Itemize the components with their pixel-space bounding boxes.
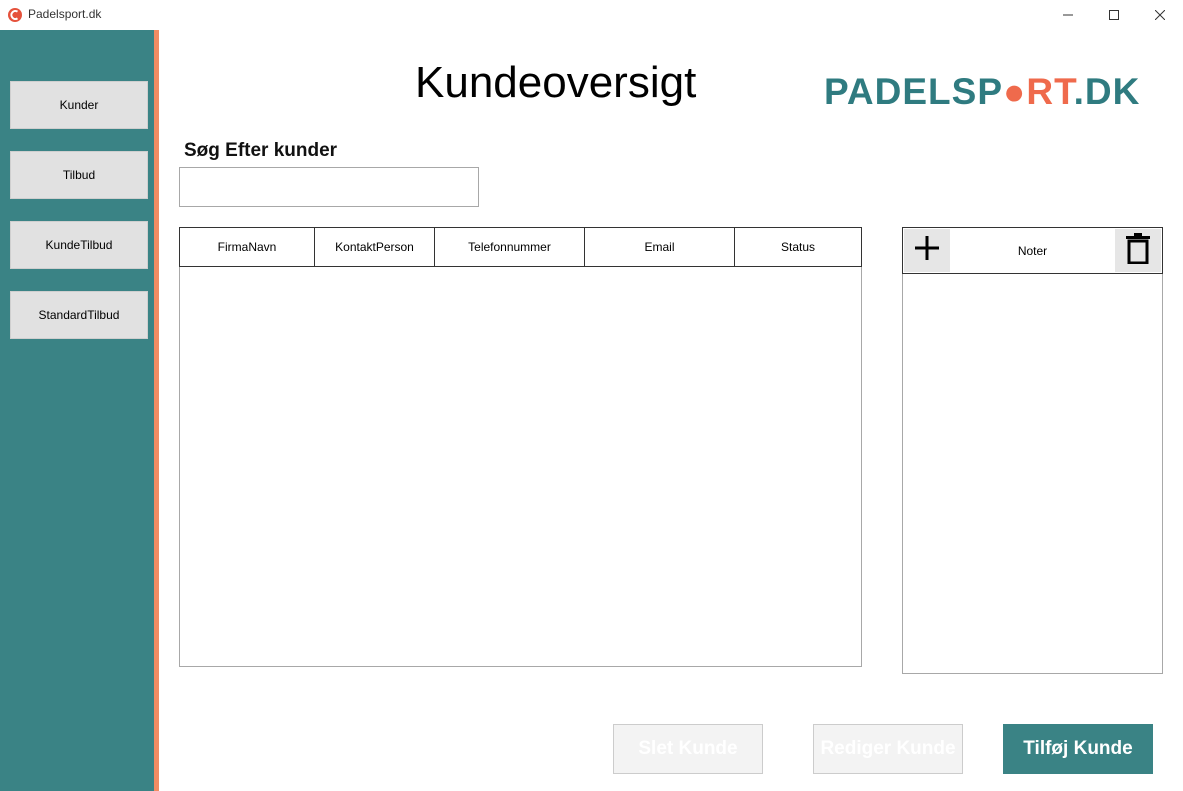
delete-customer-button[interactable]: Slet Kunde bbox=[613, 724, 763, 774]
app-logo-icon bbox=[8, 8, 22, 22]
minimize-button[interactable] bbox=[1045, 0, 1091, 30]
maximize-icon bbox=[1109, 10, 1119, 20]
minimize-icon bbox=[1063, 10, 1073, 20]
plus-icon bbox=[913, 234, 941, 267]
notes-title: Noter bbox=[1017, 243, 1048, 258]
window-title: Padelsport.dk bbox=[28, 7, 102, 21]
trash-icon bbox=[1125, 232, 1151, 269]
notes-header: Noter bbox=[902, 227, 1163, 274]
notes-list[interactable] bbox=[902, 227, 1163, 674]
customers-table-body[interactable] bbox=[179, 267, 862, 667]
sidebar: Kunder Tilbud KundeTilbud StandardTilbud bbox=[0, 30, 154, 791]
page-title: Kundeoversigt bbox=[415, 58, 697, 107]
svg-text:PADELSP●RT.DK: PADELSP●RT.DK bbox=[824, 71, 1140, 110]
sidebar-item-kunder[interactable]: Kunder bbox=[10, 81, 148, 129]
logo-text-rt: RT bbox=[1026, 71, 1077, 110]
customers-table-header: FirmaNavn KontaktPerson Telefonnummer Em… bbox=[179, 227, 862, 267]
column-header-telefonnummer[interactable]: Telefonnummer bbox=[435, 228, 585, 266]
company-logo: PADELSP●RT.DK bbox=[824, 70, 1146, 115]
add-note-button[interactable] bbox=[904, 229, 950, 272]
maximize-button[interactable] bbox=[1091, 0, 1137, 30]
sidebar-item-tilbud[interactable]: Tilbud bbox=[10, 151, 148, 199]
close-button[interactable] bbox=[1137, 0, 1183, 30]
add-customer-button[interactable]: Tilføj Kunde bbox=[1003, 724, 1153, 774]
title-bar: Padelsport.dk bbox=[0, 0, 1183, 30]
search-label: Søg Efter kunder bbox=[184, 140, 338, 161]
edit-customer-button[interactable]: Rediger Kunde bbox=[813, 724, 963, 774]
column-header-kontaktperson[interactable]: KontaktPerson bbox=[315, 228, 435, 266]
close-icon bbox=[1155, 10, 1165, 20]
sidebar-item-kundetilbud[interactable]: KundeTilbud bbox=[10, 221, 148, 269]
logo-text-o: ● bbox=[1003, 71, 1026, 110]
column-header-firmanavn[interactable]: FirmaNavn bbox=[180, 228, 315, 266]
column-header-status[interactable]: Status bbox=[735, 228, 861, 266]
sidebar-accent-divider bbox=[154, 30, 159, 791]
logo-text-padelsp: PADELSP bbox=[824, 71, 1003, 110]
delete-note-button[interactable] bbox=[1115, 229, 1161, 272]
search-input[interactable] bbox=[179, 167, 479, 207]
logo-text-dk: .DK bbox=[1074, 71, 1141, 110]
column-header-email[interactable]: Email bbox=[585, 228, 735, 266]
sidebar-item-standardtilbud[interactable]: StandardTilbud bbox=[10, 291, 148, 339]
